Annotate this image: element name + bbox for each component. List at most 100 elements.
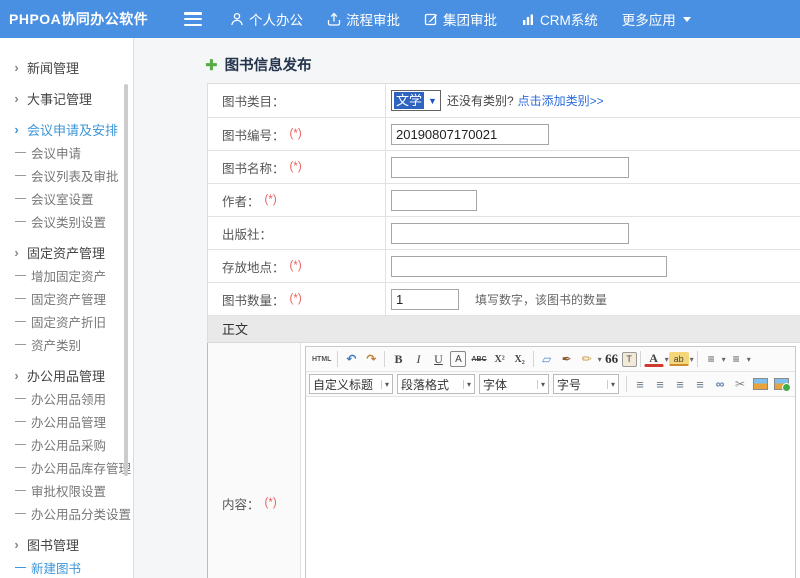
sidebar-scrollbar[interactable] <box>124 84 128 476</box>
toolbar-separator <box>640 351 641 367</box>
sidebar-item-fixed-asset-manage[interactable]: 一固定资产管理 <box>0 287 133 310</box>
style-pen-icon[interactable]: ✏ <box>577 349 597 369</box>
nav-personal-office[interactable]: 个人办公 <box>230 9 303 29</box>
rich-text-editor: HTML ↶ ↷ B I U A ABC X² X₂ <box>301 343 800 578</box>
justify-icon[interactable]: ≡ <box>690 374 710 394</box>
nav-workflow-approval[interactable]: 流程审批 <box>327 9 400 29</box>
sidebar-item-supplies-purchase[interactable]: 一办公用品采购 <box>0 433 133 456</box>
caret-down-icon[interactable]: ▾ <box>690 355 694 364</box>
editor-content-area[interactable] <box>306 397 795 578</box>
book-no-input[interactable] <box>391 124 549 145</box>
sidebar-item-meeting-request[interactable]: ›会议申请及安排 <box>0 118 133 141</box>
ordered-list-icon[interactable]: ≡ <box>701 349 721 369</box>
align-center-icon[interactable]: ≡ <box>650 374 670 394</box>
redo-icon[interactable]: ↷ <box>361 349 381 369</box>
sidebar-item-label: 图书管理 <box>27 535 79 554</box>
select-value: 段落格式 <box>401 376 449 393</box>
sidebar-item-supplies-inventory[interactable]: 一办公用品库存管理 <box>0 456 133 479</box>
sidebar-item-asset-category[interactable]: 一资产类别 <box>0 333 133 356</box>
toolbar-separator <box>533 351 534 367</box>
author-input[interactable] <box>391 190 477 211</box>
required-mark: (*) <box>290 161 302 173</box>
nav-more-apps[interactable]: 更多应用 <box>622 9 691 29</box>
sidebar-item-label: 会议列表及审批 <box>31 166 119 185</box>
link-icon[interactable]: ∞ <box>710 374 730 394</box>
paragraph-format-select[interactable]: 段落格式▾ <box>397 374 475 394</box>
sidebar-item-supplies-claim[interactable]: 一办公用品领用 <box>0 387 133 410</box>
sidebar-menu: ›新闻管理 ›大事记管理 ›会议申请及安排 一会议申请 一会议列表及审批 一会议… <box>0 38 134 578</box>
sidebar-item-meeting-apply[interactable]: 一会议申请 <box>0 141 133 164</box>
italic-icon[interactable]: I <box>408 349 428 369</box>
sidebar-item-label: 办公用品分类设置 <box>31 504 131 523</box>
select-arrow-icon: ▾ <box>607 380 615 389</box>
eraser-icon[interactable]: ▱ <box>537 349 557 369</box>
sidebar-item-office-supplies-management[interactable]: ›办公用品管理 <box>0 364 133 387</box>
form-row-book-name: 图书名称：(*) <box>208 151 800 184</box>
sidebar-item-memorabilia-management[interactable]: ›大事记管理 <box>0 87 133 110</box>
sidebar-item-fixed-asset-depreciation[interactable]: 一固定资产折旧 <box>0 310 133 333</box>
nav-group-approval[interactable]: 集团审批 <box>424 9 497 29</box>
sidebar-item-book-management[interactable]: ›图书管理 <box>0 533 133 556</box>
sidebar-item-supplies-manage[interactable]: 一办公用品管理 <box>0 410 133 433</box>
font-size-select[interactable]: 字号 ▾ <box>553 374 619 394</box>
html-source-icon[interactable]: HTML <box>309 349 334 369</box>
app-window: PHPOA协同办公软件 个人办公 流程审批 集团审批 CRM系统 更多应用 <box>0 0 800 578</box>
sidebar-item-meeting-category-settings[interactable]: 一会议类别设置 <box>0 210 133 233</box>
sidebar-item-label: 固定资产折旧 <box>31 312 106 331</box>
sidebar-item-approval-permission-settings[interactable]: 一审批权限设置 <box>0 479 133 502</box>
upload-image-icon[interactable] <box>771 374 792 394</box>
add-category-link[interactable]: 点击添加类别>> <box>518 92 604 109</box>
superscript-icon[interactable]: X² <box>490 349 510 369</box>
blockquote-icon[interactable]: 66 <box>602 349 622 369</box>
select-arrow-icon: ▾ <box>381 380 389 389</box>
subscript-icon[interactable]: X₂ <box>510 349 530 369</box>
unlink-icon[interactable]: ✂ <box>730 374 750 394</box>
font-color-icon[interactable]: A <box>644 352 664 367</box>
dash-icon: 一 <box>14 459 27 476</box>
sidebar-item-add-fixed-asset[interactable]: 一增加固定资产 <box>0 264 133 287</box>
unordered-list-icon[interactable]: ≡ <box>726 349 746 369</box>
nav-crm-system[interactable]: CRM系统 <box>521 9 598 29</box>
bar-chart-icon <box>521 12 535 26</box>
sidebar-item-label: 办公用品管理 <box>27 366 105 385</box>
format-brush-icon[interactable]: ✒ <box>557 349 577 369</box>
chevron-right-icon: › <box>10 91 23 106</box>
sidebar-item-label: 会议类别设置 <box>31 212 106 231</box>
location-input[interactable] <box>391 256 667 277</box>
sidebar-item-news-management[interactable]: ›新闻管理 <box>0 56 133 79</box>
font-family-select[interactable]: 字体▾ <box>479 374 549 394</box>
field-label: 图书编号： <box>222 125 285 144</box>
align-right-icon[interactable]: ≡ <box>670 374 690 394</box>
publisher-input[interactable] <box>391 223 629 244</box>
sidebar-item-meeting-room-settings[interactable]: 一会议室设置 <box>0 187 133 210</box>
undo-icon[interactable]: ↶ <box>341 349 361 369</box>
editor-toolbar-row2: 自定义标题▾ 段落格式▾ 字体▾ 字号▾ ≡ ≡ ≡ ≡ ∞ ✂ <box>306 372 795 397</box>
caret-down-icon[interactable]: ▾ <box>747 355 751 364</box>
top-menu: 个人办公 流程审批 集团审批 CRM系统 更多应用 <box>230 9 691 29</box>
dash-icon: 一 <box>14 559 27 576</box>
sidebar-item-new-book[interactable]: 一新建图书 <box>0 556 133 578</box>
nav-label: 集团审批 <box>443 9 497 29</box>
align-left-icon[interactable]: ≡ <box>630 374 650 394</box>
bold-icon[interactable]: B <box>388 349 408 369</box>
category-select[interactable]: 文学 ▼ <box>391 90 441 111</box>
underline-icon[interactable]: U <box>428 349 448 369</box>
quantity-input[interactable] <box>391 289 459 310</box>
custom-title-select[interactable]: 自定义标题▾ <box>309 374 393 394</box>
sidebar-item-fixed-assets-management[interactable]: ›固定资产管理 <box>0 241 133 264</box>
book-name-input[interactable] <box>391 157 629 178</box>
chevron-right-icon: › <box>10 122 23 137</box>
plus-icon: ✚ <box>205 56 218 74</box>
sidebar-item-label: 办公用品管理 <box>31 412 106 431</box>
highlight-pen-icon[interactable]: ab <box>669 352 689 366</box>
hamburger-menu-icon[interactable] <box>184 12 204 26</box>
dash-icon: 一 <box>14 144 27 161</box>
nav-label: 流程审批 <box>346 9 400 29</box>
sidebar-item-meeting-list-approval[interactable]: 一会议列表及审批 <box>0 164 133 187</box>
sidebar-item-supplies-category-settings[interactable]: 一办公用品分类设置 <box>0 502 133 525</box>
select-value: 字号 <box>557 376 581 393</box>
insert-image-icon[interactable] <box>750 374 771 394</box>
font-background-icon[interactable]: A <box>450 351 466 367</box>
paste-text-icon[interactable]: T <box>622 352 637 367</box>
strikethrough-icon[interactable]: ABC <box>468 349 489 369</box>
